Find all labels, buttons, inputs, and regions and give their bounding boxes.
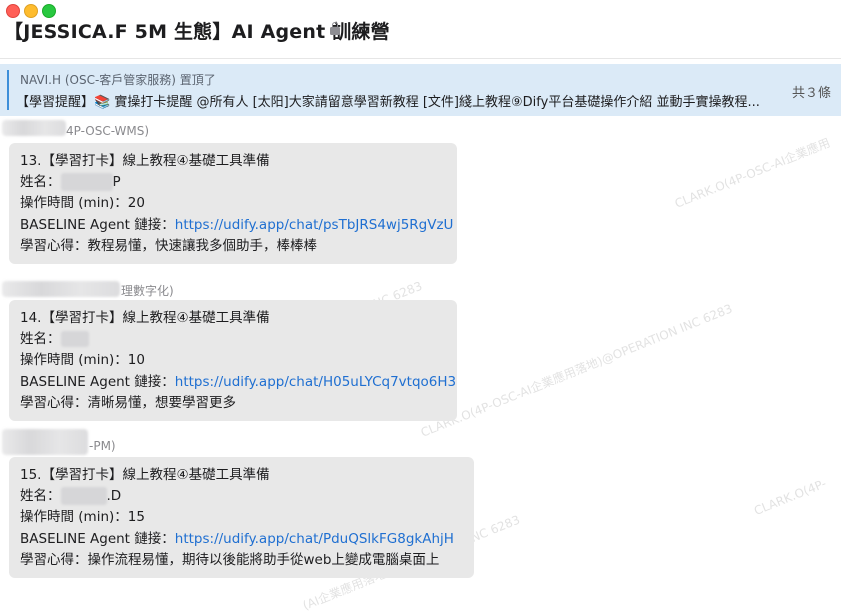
message-bubble[interactable]: 14.【學習打卡】線上教程④基礎工具準備 姓名： 操作時間 (min)：10 B… (9, 300, 457, 421)
message-bubble[interactable]: 13.【學習打卡】線上教程④基礎工具準備 姓名： P 操作時間 (min)：20 … (9, 143, 457, 264)
name-tail: .D (106, 488, 122, 505)
sender-name[interactable]: -PM) (89, 439, 116, 453)
name-line: 姓名： (20, 329, 446, 350)
name-tail: P (112, 174, 121, 191)
zoom-window-button[interactable] (42, 4, 56, 18)
sender-name[interactable]: 理數字化) (121, 282, 174, 299)
name-label: 姓名： (20, 488, 61, 505)
link-label: BASELINE Agent 鏈接： (20, 530, 175, 547)
note-line: 學習心得：操作流程易懂，期待以後能將助手從web上變成電腦桌面上 (20, 550, 463, 571)
title-bar: 【JESSICA.F 5M 生態】AI Agent 訓練營 (0, 0, 841, 59)
message-header: 13.【學習打卡】線上教程④基礎工具準備 (20, 153, 270, 169)
sender-name-redacted (2, 120, 66, 136)
name-redacted (60, 173, 113, 192)
watermark: CLARK.O(4P-OSC-AI企業應用 (672, 135, 833, 211)
time-line: 操作時間 (min)：15 (20, 507, 463, 528)
note-label: 學習心得： (20, 394, 88, 411)
sender-name-redacted (2, 281, 120, 297)
pinned-text: 【學習提醒】📚 實操打卡提醒 @所有人 [太阳]大家請留意學習新教程 [文件]綫… (16, 95, 760, 110)
name-redacted (60, 487, 107, 506)
message-bubble[interactable]: 15.【學習打卡】線上教程④基礎工具準備 姓名： .D 操作時間 (min)：15… (9, 457, 474, 578)
pinned-meta: NAVI.H (OSC-客戶管家服務) 置頂了 (20, 73, 216, 87)
note-text: 清晰易懂，想要學習更多 (87, 394, 237, 411)
pinned-message-banner[interactable]: NAVI.H (OSC-客戶管家服務) 置頂了 【學習提醒】📚 實操打卡提醒 @… (0, 64, 841, 116)
note-text: 教程易懂，快速讓我多個助手，棒棒棒 (87, 237, 318, 254)
close-window-button[interactable] (6, 4, 20, 18)
name-redacted (60, 331, 89, 348)
time-label: 操作時間 (min)： (20, 195, 128, 212)
watermark: CLARK.O(4P-OSC-AI企業應用落地)@OPERATION INC 6… (418, 301, 735, 440)
minimize-window-button[interactable] (24, 4, 38, 18)
agent-link[interactable]: https://udify.app/chat/PduQSlkFG8gkAhjH (175, 531, 454, 547)
note-label: 學習心得： (20, 551, 88, 568)
time-line: 操作時間 (min)：10 (20, 350, 446, 371)
time-line: 操作時間 (min)：20 (20, 193, 446, 214)
time-value: 20 (127, 195, 145, 212)
link-line: BASELINE Agent 鏈接：https://udify.app/chat… (20, 372, 456, 393)
message-header: 14.【學習打卡】線上教程④基礎工具準備 (20, 310, 270, 326)
agent-link[interactable]: https://udify.app/chat/psTbJRS4wj5RgVzU (175, 217, 454, 233)
name-label: 姓名： (20, 331, 61, 348)
note-text: 操作流程易懂，期待以後能將助手從web上變成電腦桌面上 (87, 551, 440, 568)
name-line: 姓名： .D (20, 486, 463, 507)
sender-name[interactable]: 4P-OSC-WMS) (66, 124, 149, 138)
link-label: BASELINE Agent 鏈接： (20, 216, 175, 233)
time-value: 15 (127, 509, 145, 526)
name-label: 姓名： (20, 174, 61, 191)
agent-link[interactable]: https://udify.app/chat/H05uLYCq7vtqo6H3 (175, 374, 456, 390)
link-line: BASELINE Agent 鏈接：https://udify.app/chat… (20, 215, 453, 236)
lock-icon (330, 22, 340, 35)
note-line: 學習心得：清晰易懂，想要學習更多 (20, 393, 446, 414)
time-value: 10 (127, 352, 145, 369)
link-label: BASELINE Agent 鏈接： (20, 373, 175, 390)
message-header: 15.【學習打卡】線上教程④基礎工具準備 (20, 467, 270, 483)
name-line: 姓名： P (20, 172, 446, 193)
sender-name-redacted (2, 429, 88, 455)
note-line: 學習心得：教程易懂，快速讓我多個助手，棒棒棒 (20, 236, 446, 257)
note-label: 學習心得： (20, 237, 88, 254)
time-label: 操作時間 (min)： (20, 352, 128, 369)
link-line: BASELINE Agent 鏈接：https://udify.app/chat… (20, 529, 463, 550)
pinned-count[interactable]: 共３條 (792, 82, 831, 101)
watermark: CLARK.O(4P- (752, 476, 829, 518)
pinned-accent-bar (7, 70, 9, 110)
time-label: 操作時間 (min)： (20, 509, 128, 526)
